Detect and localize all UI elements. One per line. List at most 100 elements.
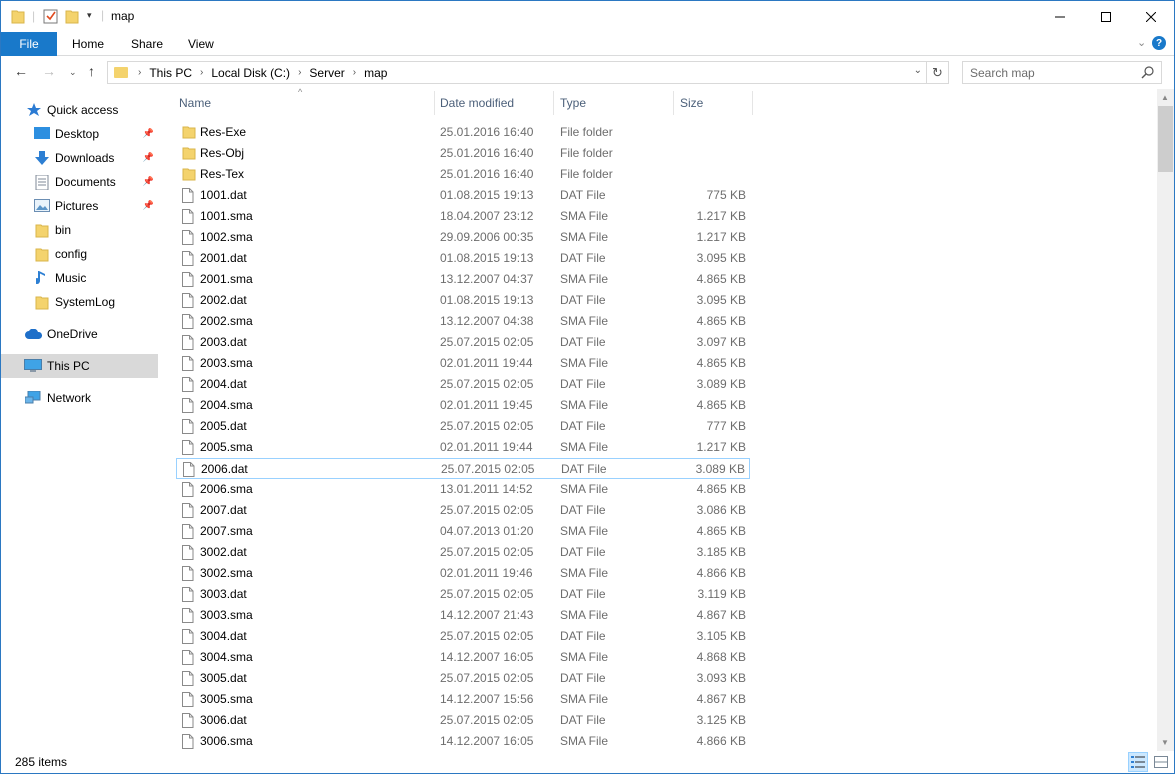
maximize-button[interactable] [1083,1,1129,32]
file-icon [182,209,194,224]
file-size: 3.095 KB [696,251,746,265]
tab-file[interactable]: File [1,32,57,56]
minimize-button[interactable] [1037,1,1083,32]
sidebar-item-network[interactable]: Network [1,386,158,410]
search-box[interactable] [962,61,1162,84]
sidebar-item-this-pc[interactable]: This PC [1,354,158,378]
sidebar-item-onedrive[interactable]: OneDrive [1,322,158,346]
file-row[interactable]: 1001.sma 18.04.2007 23:12 SMA File 1.217 KB [176,206,750,227]
breadcrumb-server[interactable]: Server [309,66,344,80]
file-date: 01.08.2015 19:13 [440,293,534,307]
refresh-icon[interactable]: ↻ [926,62,948,83]
file-row[interactable]: 3004.sma 14.12.2007 16:05 SMA File 4.868 KB [176,647,750,668]
large-icons-view-button[interactable] [1151,752,1171,772]
file-row[interactable]: Res-Tex 25.01.2016 16:40 File folder [176,164,750,185]
file-row[interactable]: 3004.dat 25.07.2015 02:05 DAT File 3.105 KB [176,626,750,647]
file-row[interactable]: 2004.dat 25.07.2015 02:05 DAT File 3.089 KB [176,374,750,395]
file-row[interactable]: 3006.sma 14.12.2007 16:05 SMA File 4.866 KB [176,731,750,752]
file-row[interactable]: 2003.dat 25.07.2015 02:05 DAT File 3.097 KB [176,332,750,353]
file-date: 02.01.2011 19:46 [440,566,533,580]
file-row[interactable]: 2001.dat 01.08.2015 19:13 DAT File 3.095 KB [176,248,750,269]
sidebar-item-bin[interactable]: bin [1,218,158,242]
tab-home[interactable]: Home [72,32,104,56]
sidebar-item-config[interactable]: config [1,242,158,266]
chevron-right-icon[interactable]: › [138,67,141,78]
column-divider[interactable] [752,91,753,115]
expand-ribbon-icon[interactable]: ⌄ [1137,36,1146,49]
file-size: 4.868 KB [696,650,746,664]
search-input[interactable] [970,65,1130,80]
file-row[interactable]: 3005.dat 25.07.2015 02:05 DAT File 3.093 KB [176,668,750,689]
sidebar-item-downloads[interactable]: Downloads 📌 [1,146,158,170]
column-header-size[interactable]: Size [674,89,753,117]
file-row[interactable]: 3003.sma 14.12.2007 21:43 SMA File 4.867 KB [176,605,750,626]
back-icon[interactable]: ← [14,63,28,79]
file-name: 3004.dat [200,629,247,643]
file-row[interactable]: 2006.dat 25.07.2015 02:05 DAT File 3.089 KB [176,458,750,479]
file-row[interactable]: 2007.sma 04.07.2013 01:20 SMA File 4.865 KB [176,521,750,542]
scroll-down-icon[interactable]: ▼ [1161,738,1169,747]
file-name: 1001.sma [200,209,253,223]
chevron-down-icon[interactable]: ⌄ [914,65,922,76]
file-row[interactable]: 3006.dat 25.07.2015 02:05 DAT File 3.125 KB [176,710,750,731]
sidebar-item-pictures[interactable]: Pictures 📌 [1,194,158,218]
breadcrumb-local-disk[interactable]: Local Disk (C:) [211,66,290,80]
close-button[interactable] [1128,1,1174,32]
file-row[interactable]: 2006.sma 13.01.2011 14:52 SMA File 4.865 KB [176,479,750,500]
pin-icon[interactable]: 📌 [143,152,154,163]
breadcrumb-this-pc[interactable]: This PC [149,66,192,80]
file-row[interactable]: 2002.sma 13.12.2007 04:38 SMA File 4.865 KB [176,311,750,332]
forward-icon[interactable]: → [42,63,56,79]
sidebar-item-music[interactable]: Music [1,266,158,290]
search-icon[interactable] [1141,66,1154,79]
column-header-name[interactable]: Name [173,89,435,117]
file-date: 04.07.2013 01:20 [440,524,534,538]
file-row[interactable]: 3005.sma 14.12.2007 15:56 SMA File 4.867 KB [176,689,750,710]
file-type: SMA File [560,482,609,496]
scroll-thumb[interactable] [1158,106,1173,172]
network-icon [25,391,41,404]
chevron-right-icon[interactable]: › [298,67,301,78]
properties-icon[interactable] [43,8,59,24]
file-row[interactable]: 2001.sma 13.12.2007 04:37 SMA File 4.865 KB [176,269,750,290]
file-row[interactable]: 3003.dat 25.07.2015 02:05 DAT File 3.119 KB [176,584,750,605]
customize-toolbar-icon[interactable]: ▾ [87,10,92,21]
column-header-date[interactable]: Date modified [434,89,554,117]
pin-icon[interactable]: 📌 [143,128,154,139]
vertical-scrollbar[interactable]: ▲ ▼ [1157,89,1174,751]
file-row[interactable]: 2003.sma 02.01.2011 19:44 SMA File 4.865 KB [176,353,750,374]
file-row[interactable]: 3002.dat 25.07.2015 02:05 DAT File 3.185 KB [176,542,750,563]
tab-view[interactable]: View [188,32,214,56]
sidebar-item-desktop[interactable]: Desktop 📌 [1,122,158,146]
file-row[interactable]: 2005.sma 02.01.2011 19:44 SMA File 1.217 KB [176,437,750,458]
file-row[interactable]: 2005.dat 25.07.2015 02:05 DAT File 777 KB [176,416,750,437]
scroll-up-icon[interactable]: ▲ [1161,93,1169,102]
file-row[interactable]: 2002.dat 01.08.2015 19:13 DAT File 3.095 KB [176,290,750,311]
sidebar-item-quick-access[interactable]: Quick access [1,98,158,122]
new-folder-icon[interactable] [65,8,79,24]
file-row[interactable]: Res-Exe 25.01.2016 16:40 File folder [176,122,750,143]
sidebar-item-documents[interactable]: Documents 📌 [1,170,158,194]
up-icon[interactable]: ↑ [88,63,95,79]
file-row[interactable]: 2007.dat 25.07.2015 02:05 DAT File 3.086 KB [176,500,750,521]
pin-icon[interactable]: 📌 [143,200,154,211]
file-icon [182,377,194,392]
chevron-right-icon[interactable]: › [353,67,356,78]
chevron-right-icon[interactable]: › [200,67,203,78]
recent-locations-icon[interactable]: ⌄ [69,67,77,78]
details-view-button[interactable] [1128,752,1148,772]
file-row[interactable]: 3002.sma 02.01.2011 19:46 SMA File 4.866 KB [176,563,750,584]
file-row[interactable]: Res-Obj 25.01.2016 16:40 File folder [176,143,750,164]
breadcrumb-map[interactable]: map [364,66,387,80]
pin-icon[interactable]: 📌 [143,176,154,187]
file-row[interactable]: 1002.sma 29.09.2006 00:35 SMA File 1.217 KB [176,227,750,248]
address-bar[interactable]: › This PC › Local Disk (C:) › Server › m… [107,61,949,84]
file-size: 3.119 KB [697,587,746,601]
column-header-type[interactable]: Type [554,89,674,117]
help-icon[interactable]: ? [1152,36,1166,50]
file-row[interactable]: 2004.sma 02.01.2011 19:45 SMA File 4.865 KB [176,395,750,416]
sidebar-item-systemlog[interactable]: SystemLog [1,290,158,314]
file-row[interactable]: 1001.dat 01.08.2015 19:13 DAT File 775 KB [176,185,750,206]
file-date: 02.01.2011 19:45 [440,398,533,412]
tab-share[interactable]: Share [131,32,163,56]
